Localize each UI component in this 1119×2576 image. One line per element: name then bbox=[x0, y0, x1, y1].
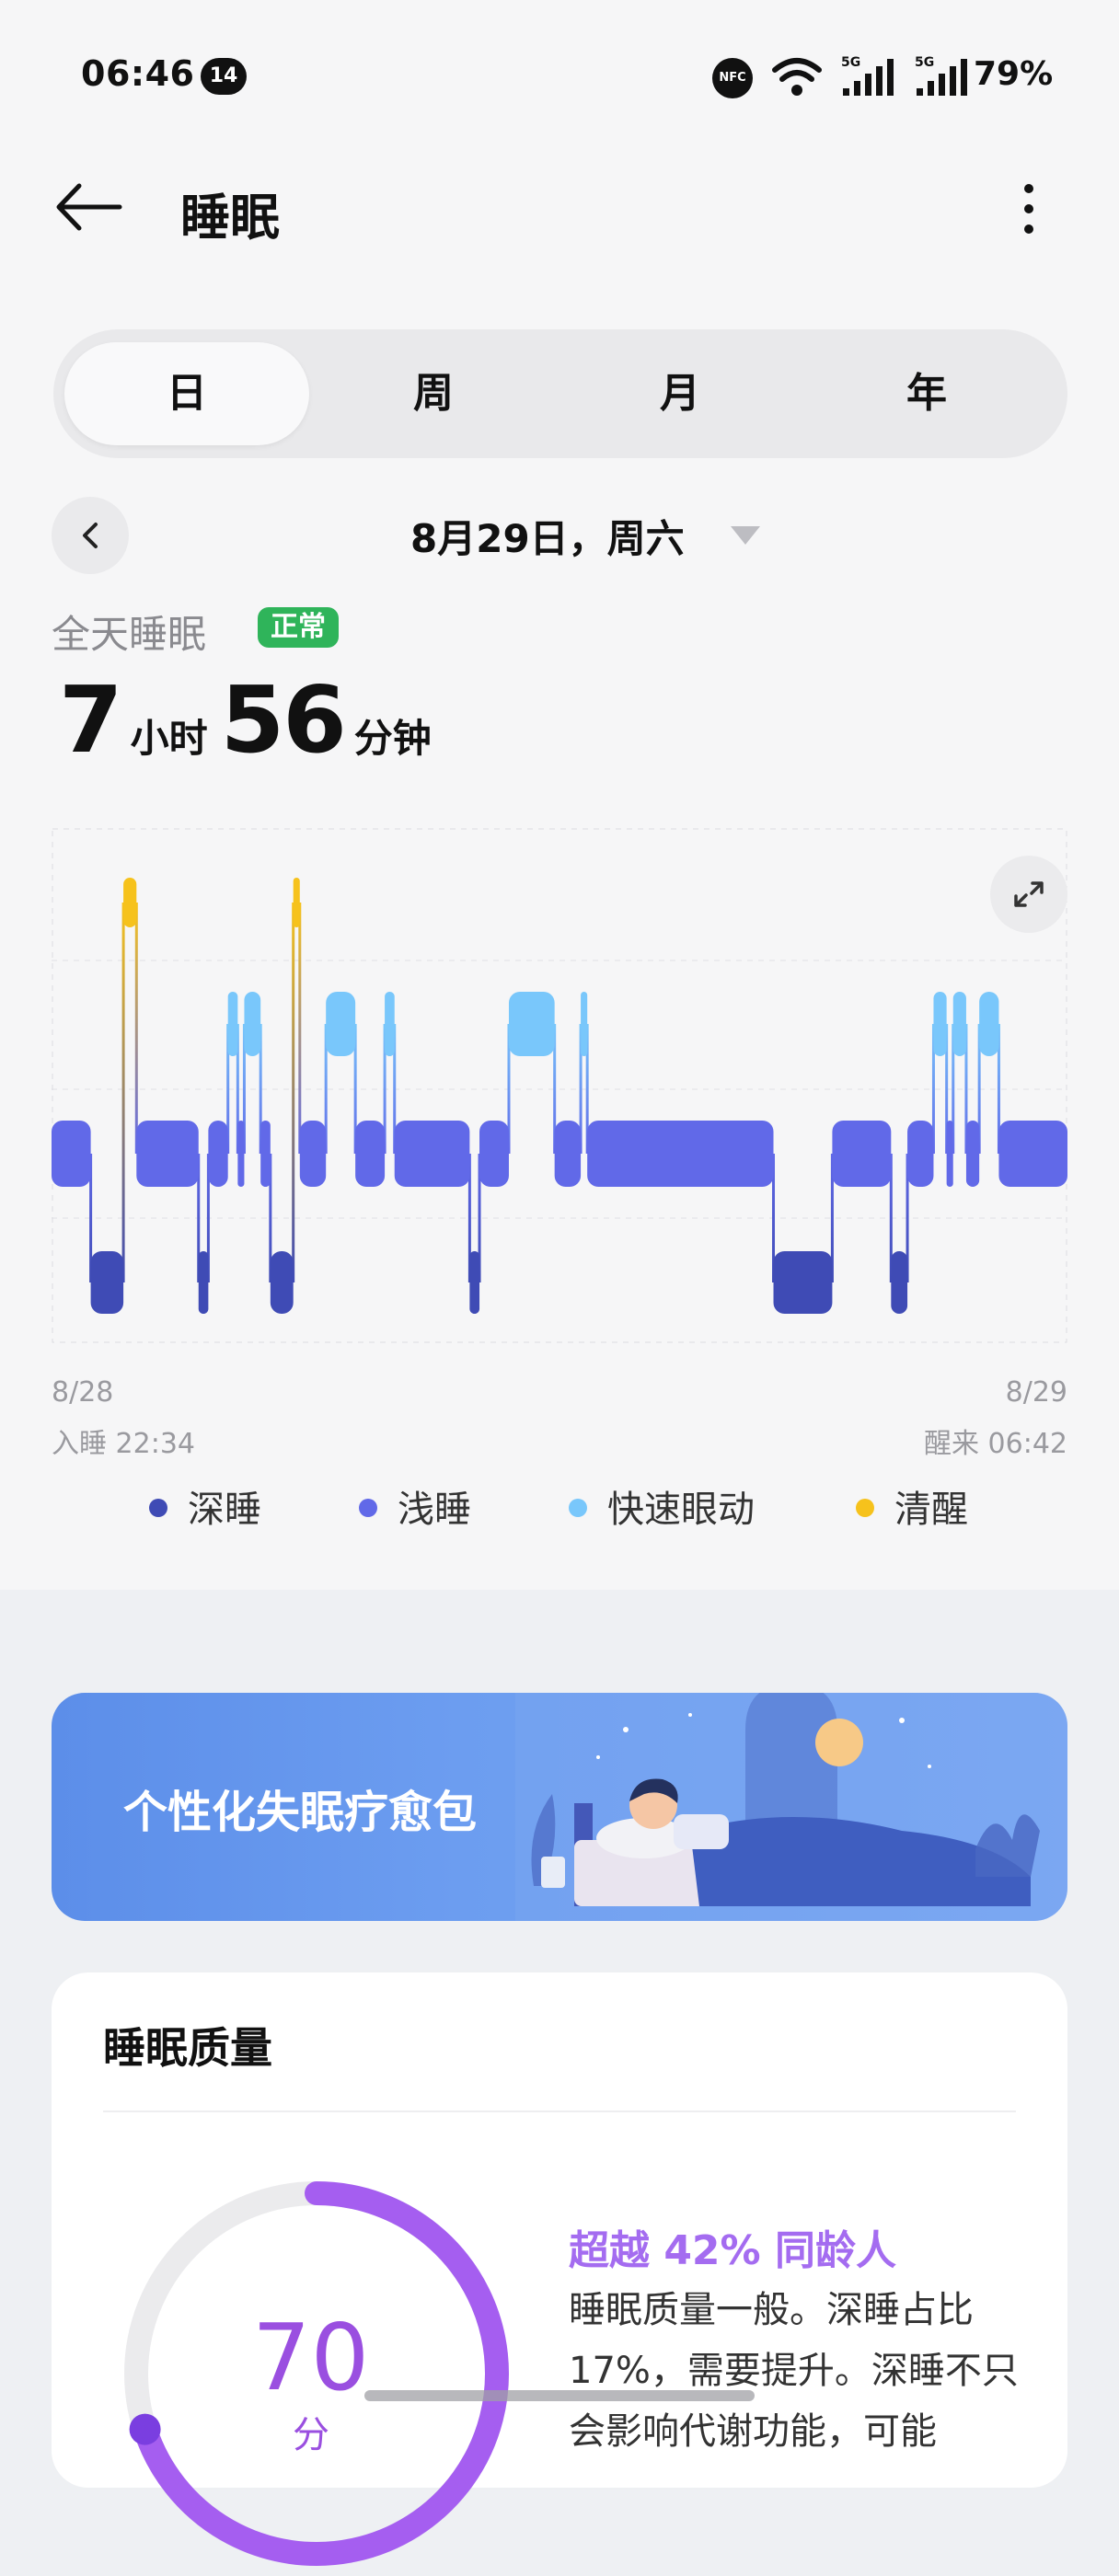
stage-block bbox=[208, 1121, 228, 1187]
duration-hours: 7 bbox=[59, 666, 123, 774]
network-label: 5G bbox=[841, 55, 860, 70]
legend-label: 清醒 bbox=[894, 1489, 968, 1531]
wifi-icon bbox=[772, 58, 822, 96]
stage-block bbox=[237, 1121, 245, 1187]
duration-hours-unit: 小时 bbox=[130, 716, 208, 761]
duration-minutes: 56 bbox=[220, 666, 347, 774]
date-dropdown-icon[interactable] bbox=[731, 526, 760, 545]
percentile-text: 超越 42% 同龄人 bbox=[569, 2227, 896, 2274]
wake-time: 醒来 06:42 bbox=[924, 1428, 1067, 1460]
divider bbox=[103, 2110, 1016, 2112]
page-title: 睡眠 bbox=[180, 189, 280, 247]
status-bar: 06:46 14 NFC 5G 5G 79% bbox=[0, 0, 1119, 156]
stage-block bbox=[385, 992, 395, 1056]
tab-day[interactable]: 日 bbox=[64, 342, 309, 445]
top-section bbox=[0, 0, 1119, 1590]
legend-light-sleep: 浅睡 bbox=[359, 1479, 471, 1533]
stage-block bbox=[508, 992, 555, 1056]
status-badge: 正常 bbox=[258, 607, 339, 648]
sleep-stage-chart[interactable] bbox=[52, 828, 1067, 1343]
home-indicator[interactable] bbox=[364, 2390, 755, 2401]
sleep-start-time: 入睡 22:34 bbox=[52, 1428, 195, 1460]
legend-label: 深睡 bbox=[188, 1489, 261, 1531]
legend-dot bbox=[359, 1499, 377, 1517]
tab-year[interactable]: 年 bbox=[804, 342, 1049, 445]
legend-dot bbox=[569, 1499, 587, 1517]
chart-start-date: 8/28 bbox=[52, 1376, 114, 1409]
stage-block bbox=[123, 878, 137, 927]
expand-chart-button[interactable] bbox=[990, 856, 1067, 933]
stage-transition-line bbox=[292, 903, 295, 1282]
score-arc-start-dot bbox=[129, 2413, 161, 2445]
quality-description: 睡眠质量一般。深睡占比17%，需要提升。深睡不只会影响代谢功能，可能 bbox=[569, 2289, 1019, 2453]
stage-block bbox=[479, 1121, 509, 1187]
stage-block bbox=[293, 878, 300, 927]
legend-rem: 快速眼动 bbox=[569, 1479, 755, 1533]
stage-transition-line bbox=[121, 903, 125, 1282]
total-sleep-label: 全天睡眠 bbox=[52, 612, 207, 657]
legend-dot bbox=[149, 1499, 167, 1517]
stage-block bbox=[965, 1121, 980, 1187]
stage-block bbox=[998, 1121, 1067, 1187]
stage-block bbox=[198, 1251, 209, 1314]
stage-transition-line bbox=[298, 903, 302, 1154]
network-label-2: 5G bbox=[915, 55, 934, 70]
expand-icon bbox=[1014, 881, 1044, 907]
battery-level: 79% bbox=[974, 55, 1054, 93]
stage-block bbox=[581, 992, 588, 1056]
legend-label: 浅睡 bbox=[398, 1489, 471, 1531]
stage-block bbox=[326, 992, 356, 1056]
stage-block bbox=[227, 992, 238, 1056]
duration-minutes-unit: 分钟 bbox=[353, 716, 432, 761]
stage-block bbox=[907, 1121, 934, 1187]
notification-count-badge: 14 bbox=[201, 58, 247, 95]
tab-week[interactable]: 周 bbox=[311, 342, 556, 445]
nfc-icon: NFC bbox=[712, 58, 753, 98]
legend-awake: 清醒 bbox=[856, 1479, 968, 1533]
stage-block bbox=[952, 992, 966, 1056]
sleep-score-unit: 分 bbox=[293, 2414, 329, 2456]
stage-block bbox=[90, 1251, 124, 1314]
selected-date[interactable]: 8月29日，周六 bbox=[410, 508, 685, 564]
sleeping-illustration bbox=[515, 1693, 1067, 1921]
stage-block bbox=[554, 1121, 582, 1187]
stage-block bbox=[832, 1121, 892, 1187]
legend-dot bbox=[856, 1499, 874, 1517]
stage-block bbox=[979, 992, 999, 1056]
back-arrow-icon[interactable] bbox=[52, 175, 125, 239]
card-title: 睡眠质量 bbox=[103, 2023, 272, 2073]
stage-block bbox=[587, 1121, 774, 1187]
stage-block bbox=[355, 1121, 386, 1187]
stage-block bbox=[891, 1251, 908, 1314]
legend-deep-sleep: 深睡 bbox=[149, 1479, 261, 1533]
stage-block bbox=[270, 1251, 294, 1314]
stage-block bbox=[52, 1121, 91, 1187]
banner-title: 个性化失眠疗愈包 bbox=[123, 1787, 478, 1838]
stage-block bbox=[136, 1121, 199, 1187]
stage-block bbox=[773, 1251, 833, 1314]
cellular-signal-icon: 5G bbox=[841, 55, 894, 96]
status-time: 06:46 bbox=[81, 53, 195, 94]
stage-block bbox=[469, 1251, 480, 1314]
insomnia-therapy-banner[interactable]: 个性化失眠疗愈包 bbox=[52, 1693, 1067, 1921]
stage-block bbox=[260, 1121, 271, 1187]
sleep-score: 70 bbox=[252, 2304, 370, 2411]
sleep-duration: 7 小时 56 分钟 bbox=[59, 666, 444, 774]
chart-end-date: 8/29 bbox=[1005, 1376, 1067, 1409]
stage-block bbox=[933, 992, 947, 1056]
cellular-signal-icon-2: 5G bbox=[915, 55, 967, 96]
legend-label: 快速眼动 bbox=[607, 1489, 755, 1531]
stage-block bbox=[946, 1121, 953, 1187]
stage-block bbox=[394, 1121, 470, 1187]
stage-block bbox=[299, 1121, 327, 1187]
chevron-left-icon bbox=[83, 523, 98, 548]
stage-block bbox=[244, 992, 261, 1056]
previous-day-button[interactable] bbox=[52, 497, 129, 574]
stage-transition-line bbox=[134, 903, 138, 1154]
tab-month[interactable]: 月 bbox=[558, 342, 802, 445]
sleep-quality-card[interactable]: 睡眠质量 70 分 超越 42% 同龄人 睡眠质量一般。深睡占比17%，需要提升… bbox=[52, 1972, 1067, 2566]
period-tabs: 日 周 月 年 bbox=[53, 329, 1067, 458]
more-options-icon[interactable] bbox=[1012, 173, 1045, 247]
